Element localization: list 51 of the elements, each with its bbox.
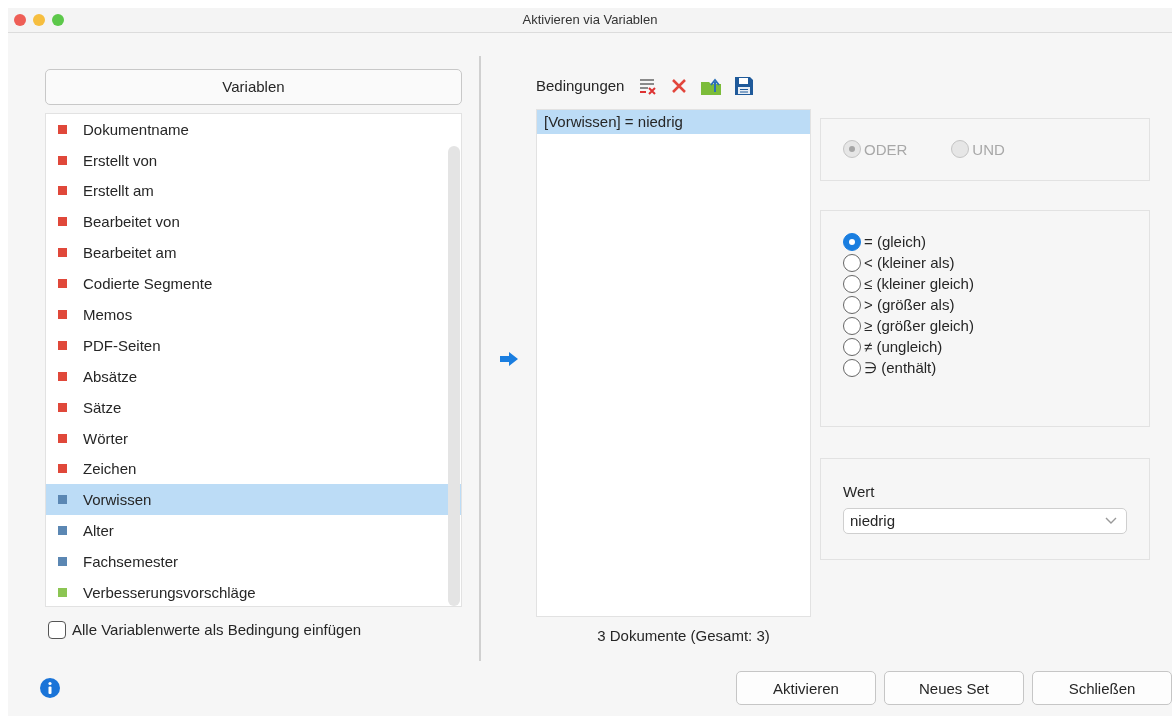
value-field[interactable]: niedrig [843,507,1127,534]
checkbox-label[interactable]: Alle Variablenwerte als Bedingung einfügen [72,621,362,639]
radio-label[interactable]: < (kleiner als) [864,254,955,272]
variable-item[interactable]: Codierte Segmente [46,268,461,300]
radio-label[interactable]: ≥ (größer gleich) [864,317,974,335]
radio-button[interactable] [843,358,861,377]
variable-item[interactable]: Sätze [46,391,461,423]
radio-label[interactable]: ≤ (kleiner gleich) [864,275,974,293]
variable-item[interactable]: Absätze [46,360,461,392]
radio-label: UND [972,140,1005,158]
variable-item[interactable]: Fachsemester [46,546,461,578]
radio-button[interactable] [843,337,861,356]
variable-item[interactable]: Bearbeitet am [46,237,461,269]
variable-item[interactable]: Vorwissen [46,484,461,516]
variable-item[interactable]: Dokumentname [46,113,461,145]
radio-button[interactable] [843,295,861,314]
document-count: 3 Dokumente (Gesamt: 3) [596,626,771,644]
radio-label[interactable]: ∋ (enthält) [864,358,937,377]
radio-label: ODER [864,140,908,158]
radio-button[interactable] [843,316,861,335]
variable-item[interactable]: Erstellt von [46,144,461,176]
value-label: Wert [843,482,876,500]
window-title: Aktivieren via Variablen [522,12,658,28]
variable-item[interactable]: Verbesserungsvorschläge [46,577,461,606]
radio-button[interactable] [843,274,861,293]
checkbox[interactable] [48,620,66,639]
variable-item[interactable]: Erstellt am [46,175,461,207]
dialog-button[interactable]: Schließen [1032,671,1172,706]
variable-item[interactable]: Bearbeitet von [46,206,461,238]
save-icon[interactable] [734,75,755,96]
variable-item[interactable]: Zeichen [46,453,461,485]
dialog-button[interactable]: Neues Set [884,671,1024,706]
variable-item[interactable]: Memos [46,299,461,330]
close-button[interactable] [14,13,26,26]
radio-label[interactable]: = (gleich) [864,233,927,251]
condition-item[interactable]: [Vorwissen] = niedrig [537,109,810,134]
radio-label[interactable]: ≠ (ungleich) [864,338,943,356]
dialog-button[interactable]: Aktivieren [736,671,876,706]
arrow-right-icon[interactable] [498,350,519,367]
variable-item[interactable]: Wörter [46,422,461,454]
radio-button[interactable] [843,232,861,251]
variables-header-button[interactable]: Variablen [45,68,462,105]
variable-item[interactable]: Alter [46,515,461,547]
scrollbar[interactable] [448,145,460,606]
radio-button[interactable] [843,253,861,272]
conditions-label: Bedingungen [536,77,625,95]
info-icon[interactable] [40,678,60,699]
variable-item[interactable]: PDF-Seiten [46,329,461,361]
delete-icon[interactable] [670,76,689,95]
chevron-icon[interactable] [1105,516,1117,525]
radio-label[interactable]: > (größer als) [864,296,955,314]
